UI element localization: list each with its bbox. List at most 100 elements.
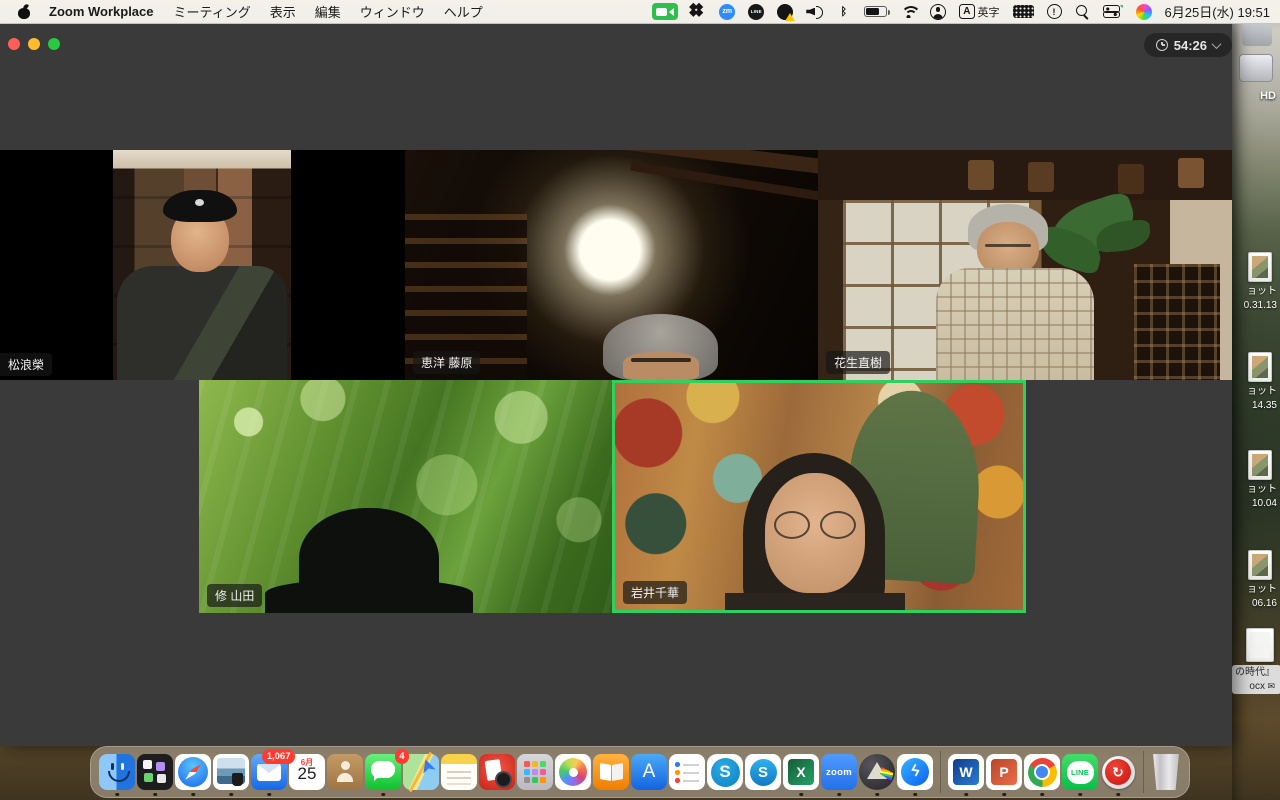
- file-icon: [1248, 252, 1272, 282]
- spotlight-icon[interactable]: [1075, 4, 1090, 19]
- file-icon: [1246, 628, 1274, 662]
- file-label-line1: の時代』: [1235, 667, 1275, 678]
- zoom-zm-text: zm: [722, 8, 733, 15]
- dock-icon-skype-classic[interactable]: S: [707, 754, 743, 790]
- participant-name-label: 岩井千華: [623, 581, 688, 604]
- line-app-text: LINE: [750, 9, 762, 14]
- video-tile-participant-2[interactable]: 恵洋 藤原: [405, 150, 818, 380]
- menu-item-0[interactable]: ミーティング: [174, 2, 251, 21]
- desktop-file[interactable]: ョット 10.04: [1232, 450, 1280, 510]
- participant-name-label: 恵洋 藤原: [413, 351, 481, 374]
- dock-icon-trend-micro[interactable]: ↻: [1100, 754, 1136, 796]
- dock-icon-chrome[interactable]: [1024, 754, 1060, 796]
- dock-icon-trash[interactable]: [1153, 754, 1179, 790]
- user-account-icon[interactable]: [930, 3, 947, 20]
- running-indicator: [115, 792, 119, 796]
- window-close-button[interactable]: [8, 38, 20, 50]
- menu-item-3[interactable]: ウィンドウ: [360, 2, 425, 21]
- hard-drive-label: HD: [1260, 90, 1276, 102]
- apple-menu-icon[interactable]: [18, 5, 31, 19]
- menu-item-2[interactable]: 編集: [315, 2, 341, 21]
- battery-icon[interactable]: [864, 6, 891, 17]
- desktop-file[interactable]: ョット 0.31.13: [1232, 252, 1280, 312]
- update-alert-icon[interactable]: [1046, 4, 1062, 19]
- participant-name-label: 花生直樹: [826, 351, 891, 374]
- meeting-timer[interactable]: 54:26: [1143, 33, 1232, 57]
- zoom-window: 54:26 松浪榮 恵洋 藤原 花生直樹 修 山田 岩井千華: [0, 24, 1232, 746]
- screen-share-camera-icon[interactable]: [652, 3, 679, 20]
- dock-icon-window-manager[interactable]: [137, 754, 173, 796]
- file-icon: [1248, 450, 1272, 480]
- file-label-line1: ョット: [1247, 286, 1277, 297]
- dock-icon-photo-booth[interactable]: [479, 754, 515, 790]
- keyboard-viewer-icon[interactable]: [1012, 5, 1034, 18]
- input-source-icon[interactable]: A 英字: [959, 3, 1000, 21]
- menu-bar: Zoom Workplace ミーティング 表示 編集 ウィンドウ ヘルプ zm LINE…: [0, 0, 1280, 24]
- notifier-alert-icon[interactable]: [777, 3, 796, 21]
- dock-icon-contacts[interactable]: [327, 754, 363, 790]
- video-tile-participant-4[interactable]: 修 山田: [199, 380, 612, 613]
- powerpoint-glyph: P: [999, 764, 1009, 780]
- desktop-file[interactable]: ョット 06.16: [1232, 550, 1280, 610]
- video-feed-2: [405, 150, 818, 380]
- dock-icon-reminders[interactable]: [669, 754, 705, 790]
- window-zoom-button[interactable]: [48, 38, 60, 50]
- file-label-line2: 0.31.13: [1243, 299, 1277, 311]
- dropbox-icon[interactable]: [691, 4, 706, 19]
- person-face: [623, 352, 699, 380]
- window-minimize-button[interactable]: [28, 38, 40, 50]
- dock-icon-messages[interactable]: 4: [365, 749, 409, 796]
- desktop-file[interactable]: の時代』 ocx ✉: [1232, 628, 1280, 694]
- word-glyph: W: [959, 764, 973, 780]
- clock-icon: [1155, 39, 1168, 51]
- video-tile-participant-3[interactable]: 花生直樹: [818, 150, 1232, 380]
- file-label: ョット 14.35: [1232, 385, 1280, 412]
- control-center-icon[interactable]: [1102, 5, 1123, 18]
- dock-icon-word[interactable]: W: [948, 754, 984, 796]
- bluetooth-icon[interactable]: ᛒ: [836, 3, 851, 21]
- dock-icon-app-store[interactable]: A: [631, 754, 667, 790]
- dock-icon-mail[interactable]: 1,067: [251, 749, 295, 796]
- video-feed-5: [615, 383, 1023, 610]
- dock-icon-safari[interactable]: [175, 754, 211, 796]
- hard-drive-icon[interactable]: [1239, 54, 1273, 82]
- siri-icon[interactable]: [1135, 3, 1152, 20]
- notification-badge: 4: [394, 749, 409, 764]
- dock-icon-excel[interactable]: X: [783, 754, 819, 796]
- menubar-datetime[interactable]: 6月25日(水) 19:51: [1165, 2, 1271, 21]
- dock-icon-photos[interactable]: [555, 754, 591, 790]
- file-label-line2: 14.35: [1251, 399, 1277, 411]
- app-store-glyph: A: [642, 761, 656, 782]
- person-shirt: [936, 268, 1094, 380]
- menu-items: ミーティング 表示 編集 ウィンドウ ヘルプ: [174, 2, 483, 21]
- dock-icon-prism[interactable]: [859, 754, 895, 796]
- video-feed-1: [113, 150, 291, 380]
- running-indicator: [837, 792, 841, 796]
- line-glyph: LINE: [1071, 767, 1089, 777]
- menu-item-4[interactable]: ヘルプ: [444, 2, 483, 21]
- volume-icon[interactable]: [806, 5, 824, 19]
- zoom-zm-icon[interactable]: zm: [719, 3, 736, 20]
- app-menu-title[interactable]: Zoom Workplace: [49, 4, 154, 19]
- running-indicator: [381, 792, 385, 796]
- participant-name-label: 松浪榮: [0, 353, 53, 376]
- video-tile-active-speaker[interactable]: 岩井千華: [612, 380, 1026, 613]
- dock-icon-skype[interactable]: S: [745, 754, 781, 790]
- dock-icon-powerpoint[interactable]: P: [986, 754, 1022, 796]
- dock-icon-zoom[interactable]: zoom: [821, 754, 857, 796]
- dock-icon-launchpad[interactable]: [517, 754, 553, 790]
- video-tile-participant-1[interactable]: 松浪榮: [0, 150, 405, 380]
- dock-icon-finder[interactable]: [99, 754, 135, 796]
- wifi-icon[interactable]: [900, 5, 921, 18]
- dock-icon-books[interactable]: [593, 754, 629, 790]
- houseplant: [1044, 189, 1142, 265]
- line-app-icon[interactable]: LINE: [748, 3, 765, 20]
- dock-icon-line[interactable]: LINE: [1062, 754, 1098, 796]
- dock-icon-notes[interactable]: [441, 754, 477, 790]
- dock-icon-preview[interactable]: [213, 754, 249, 796]
- menu-item-1[interactable]: 表示: [270, 2, 296, 21]
- dock-icon-messenger[interactable]: ϟ: [897, 754, 933, 796]
- desktop-file[interactable]: ョット 14.35: [1232, 352, 1280, 412]
- dock-separator: [940, 751, 941, 793]
- running-indicator: [1078, 792, 1082, 796]
